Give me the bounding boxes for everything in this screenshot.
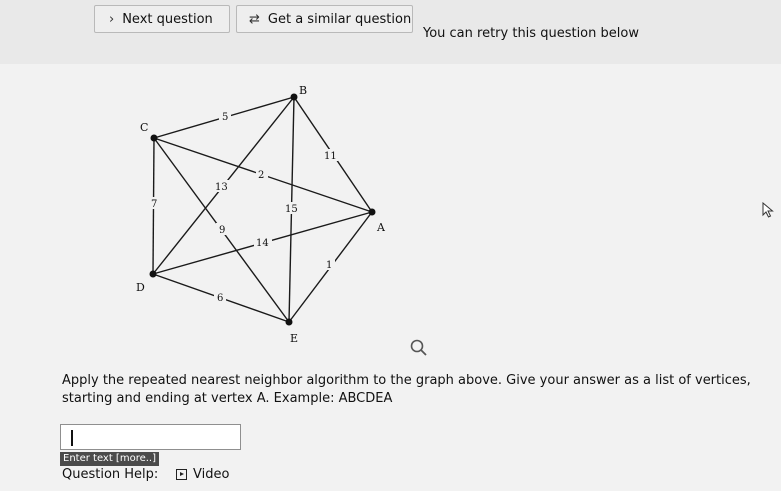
vertex-label-A: A [376, 221, 386, 234]
weight-C-D: 7 [151, 199, 157, 210]
weight-B-D: 13 [215, 182, 228, 193]
weight-C-E: 9 [219, 225, 225, 236]
mouse-pointer-icon [762, 202, 774, 218]
weight-B-A: 11 [324, 151, 337, 162]
question-text: Apply the repeated nearest neighbor algo… [62, 373, 751, 406]
vertex-D [149, 270, 157, 278]
graph-diagram: 5 11 2 13 7 15 9 14 1 6 B C A D E [136, 84, 386, 345]
vertex-B [290, 93, 298, 101]
weight-C-B: 5 [222, 112, 228, 123]
video-help-link[interactable]: Video [176, 467, 229, 482]
enter-text-more-link[interactable]: Enter text [more..] [60, 452, 159, 466]
weight-D-A: 14 [256, 238, 269, 249]
search-icon[interactable] [409, 338, 429, 358]
video-play-icon [176, 469, 187, 480]
question-help-label: Question Help: [62, 467, 159, 482]
vertex-C [150, 134, 158, 142]
weight-E-A: 1 [326, 260, 332, 271]
weight-B-E: 15 [285, 204, 298, 215]
answer-input[interactable] [60, 424, 241, 450]
video-label: Video [193, 467, 230, 482]
vertex-label-E: E [290, 332, 298, 345]
vertex-A [368, 208, 376, 216]
vertex-label-D: D [136, 281, 145, 294]
vertex-E [285, 318, 293, 326]
weight-D-E: 6 [217, 293, 223, 304]
vertex-label-B: B [299, 84, 307, 97]
text-caret [71, 430, 73, 446]
weight-C-A: 2 [258, 170, 264, 181]
vertex-label-C: C [140, 121, 148, 134]
